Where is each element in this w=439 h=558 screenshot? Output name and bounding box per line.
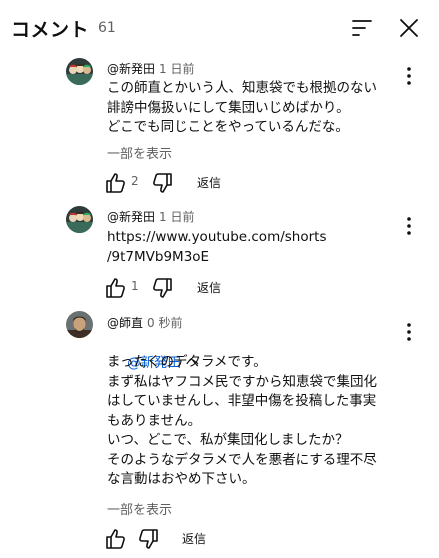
reply-button[interactable]: 返信 [197, 174, 221, 191]
show-more-button[interactable]: 一部を表示 [107, 499, 172, 518]
more-options-icon[interactable] [401, 322, 417, 342]
reply-button[interactable]: 返信 [182, 530, 206, 547]
like-count: 1 [131, 279, 139, 293]
avatar[interactable] [66, 58, 93, 85]
comment-meta: @師直 0 秒前 [107, 314, 182, 331]
thumbs-up-icon[interactable] [104, 171, 128, 195]
thumbs-down-icon[interactable] [150, 276, 174, 300]
comment-actions: 1 返信 [104, 276, 304, 300]
comment-text[interactable]: https://www.youtube.com/shorts /9t7MVb9M… [107, 228, 397, 267]
avatar[interactable] [66, 206, 93, 233]
comment-actions: 2 返信 [104, 171, 304, 195]
comment-count: 61 [98, 20, 116, 36]
comment-author[interactable]: @新発田 [107, 210, 155, 224]
avatar[interactable] [66, 311, 93, 338]
page-title: コメント [11, 19, 90, 41]
close-icon[interactable] [397, 16, 421, 40]
comment-text: この師直とかいう人、知恵袋でも根拠のない 誹謗中傷扱いにして集団いじめばかり。 … [107, 80, 377, 135]
thumbs-up-icon[interactable] [104, 276, 128, 300]
more-options-icon[interactable] [401, 66, 417, 86]
comment-actions: 返信 [104, 527, 304, 551]
thumbs-down-icon[interactable] [136, 527, 160, 551]
thumbs-up-icon[interactable] [104, 527, 128, 551]
comment-author[interactable]: @新発田 [107, 62, 155, 76]
comment-time: 0 秒前 [147, 316, 183, 330]
comment-time: 1 日前 [159, 210, 195, 224]
reply-button[interactable]: 返信 [197, 279, 221, 296]
thumbs-down-icon[interactable] [150, 171, 174, 195]
comment-author[interactable]: @師直 [107, 316, 143, 330]
comment-meta: @新発田 1 日前 [107, 60, 194, 77]
comment-text: まったくのデタラメです。 まず私はヤフコメ民ですから知恵袋で集団化 はしていませ… [107, 354, 377, 487]
like-count: 2 [131, 174, 139, 188]
comment-meta: @新発田 1 日前 [107, 208, 194, 225]
sort-icon[interactable] [350, 16, 374, 40]
comments-header: コメント 61 [0, 0, 439, 56]
more-options-icon[interactable] [401, 216, 417, 236]
comment-time: 1 日前 [159, 62, 195, 76]
show-more-button[interactable]: 一部を表示 [107, 143, 172, 162]
